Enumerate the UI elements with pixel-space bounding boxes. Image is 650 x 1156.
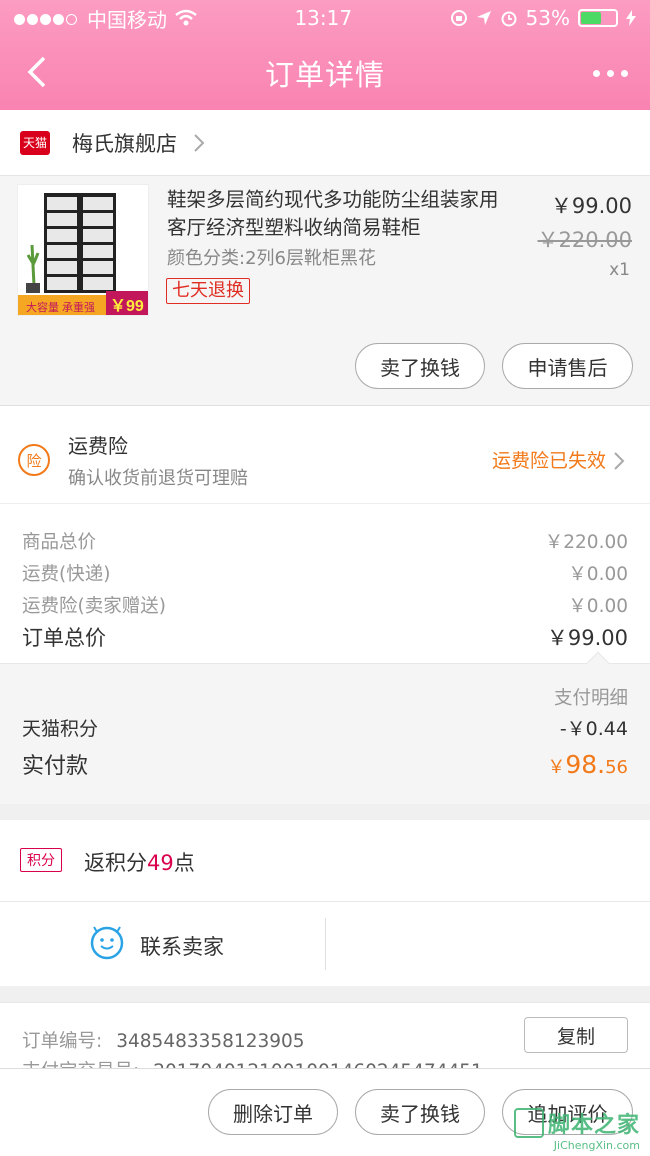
- summary-value: ￥0.00: [568, 596, 628, 617]
- alarm-icon: [501, 11, 517, 27]
- shop-name: 梅氏旗舰店: [72, 131, 177, 156]
- watermark: 脚本之家 JiChengXin.com: [513, 1107, 640, 1152]
- shoe-rack-image: 大容量 承重强 ￥99: [18, 185, 148, 315]
- paid-amount-row: 实付款 ￥98.56: [22, 748, 628, 780]
- delete-order-button[interactable]: 删除订单: [208, 1089, 338, 1135]
- order-info: 订单编号: 3485483358123905 支付宝交易号: 20170401210…: [0, 1002, 650, 1072]
- paid-decimal: 56: [605, 757, 628, 778]
- points-suffix: 点: [173, 851, 195, 875]
- summary-value: ￥220.00: [544, 532, 628, 553]
- product-sku: 颜色分类:2列6层靴柜黑花: [167, 248, 376, 269]
- location-icon: [476, 11, 491, 25]
- payment-details: 支付明细 天猫积分 -￥0.44 实付款 ￥98.56: [0, 651, 650, 804]
- points-deduction-value: -￥0.44: [559, 718, 628, 740]
- order-total-label: 订单总价: [22, 626, 106, 650]
- order-total-row: 订单总价 ￥99.00: [22, 622, 628, 652]
- paid-amount-label: 实付款: [22, 754, 89, 779]
- signal-icon: [14, 6, 79, 30]
- page-title: 订单详情: [264, 58, 385, 92]
- chat-bubble-icon: [90, 926, 124, 960]
- after-sales-button[interactable]: 申请售后: [502, 343, 633, 389]
- points-reward-row: 积分 返积分49点: [0, 820, 650, 902]
- payment-detail-label: 支付明细: [553, 688, 628, 709]
- contact-seller-button[interactable]: 联系卖家: [140, 931, 224, 961]
- order-number-value: 3485483358123905: [116, 1031, 305, 1052]
- product-original-price: ￥220.00: [537, 228, 632, 252]
- order-number-label: 订单编号:: [22, 1031, 103, 1052]
- divider: [325, 918, 326, 970]
- summary-label: 商品总价: [22, 532, 97, 553]
- points-reward-text: 返积分49点: [84, 847, 195, 877]
- wifi-icon: [175, 9, 197, 26]
- watermark-text: 脚本之家: [547, 1113, 640, 1138]
- summary-value: ￥0.00: [568, 564, 628, 585]
- header: 中国移动 13:17 53% 订单详情: [0, 0, 650, 110]
- insurance-icon: 险: [18, 444, 50, 476]
- points-number: 49: [147, 851, 174, 875]
- shop-row[interactable]: 天猫 梅氏旗舰店: [0, 110, 650, 176]
- points-deduction-label: 天猫积分: [22, 718, 99, 740]
- product-title[interactable]: 鞋架多层简约现代多功能防尘组装家用客厅经济型塑料收纳简易鞋柜: [167, 186, 512, 242]
- order-number-line: 订单编号: 3485483358123905: [22, 1027, 305, 1053]
- points-prefix: 返积分: [84, 851, 147, 875]
- battery-icon: [578, 9, 618, 27]
- section-gap: [0, 986, 650, 1002]
- watermark-logo-icon: [513, 1108, 544, 1138]
- contact-row: 联系卖家: [0, 902, 650, 986]
- order-total-value: ￥99.00: [546, 626, 628, 650]
- product-price: ￥99.00: [550, 194, 632, 218]
- tmall-badge: 天猫: [20, 130, 50, 155]
- summary-row: 运费(快递) ￥0.00: [22, 560, 628, 586]
- watermark-url: JiChengXin.com: [553, 1139, 640, 1152]
- thumb-banner: 大容量 承重强: [26, 300, 95, 314]
- points-badge: 积分: [20, 848, 62, 872]
- thumb-price: ￥99: [110, 298, 144, 315]
- summary-label: 运费险(卖家赠送): [22, 596, 166, 617]
- chevron-right-icon: [614, 452, 625, 470]
- section-gap: [0, 804, 650, 820]
- status-bar: 中国移动 13:17 53%: [0, 0, 650, 36]
- back-arrow-icon[interactable]: [22, 54, 58, 90]
- copy-button[interactable]: 复制: [524, 1017, 628, 1053]
- insurance-title: 运费险: [68, 434, 128, 458]
- summary-label: 运费(快递): [22, 564, 111, 585]
- charging-icon: [626, 10, 636, 26]
- insurance-subtitle: 确认收货前退货可理赔: [68, 468, 248, 489]
- return-policy-tag: 七天退换: [166, 278, 250, 304]
- product-thumbnail[interactable]: 大容量 承重强 ￥99: [17, 184, 149, 316]
- product-quantity: x1: [609, 260, 630, 280]
- battery-percent: 53%: [525, 6, 570, 30]
- paid-integer: 98.: [565, 750, 606, 779]
- more-icon[interactable]: [593, 70, 628, 77]
- bottom-action-bar: 删除订单 卖了换钱 追加评价 脚本之家 JiChengXin.com: [0, 1068, 650, 1156]
- sell-button-bottom[interactable]: 卖了换钱: [355, 1089, 485, 1135]
- clock-label: 13:17: [294, 6, 353, 30]
- rotation-lock-icon: [450, 10, 467, 26]
- price-summary: 商品总价 ￥220.00 运费(快递) ￥0.00 运费险(卖家赠送) ￥0.0…: [0, 504, 650, 664]
- navbar: 订单详情: [0, 36, 650, 110]
- paid-amount-value: ￥98.56: [547, 750, 628, 779]
- order-item: 大容量 承重强 ￥99 鞋架多层简约现代多功能防尘组装家用客厅经济型塑料收纳简易…: [0, 176, 650, 406]
- summary-row: 运费险(卖家赠送) ￥0.00: [22, 592, 628, 618]
- summary-row: 商品总价 ￥220.00: [22, 528, 628, 554]
- carrier-label: 中国移动: [87, 7, 167, 32]
- paid-currency: ￥: [547, 757, 566, 778]
- sell-button[interactable]: 卖了换钱: [355, 343, 485, 389]
- shipping-insurance-row[interactable]: 险 运费险 确认收货前退货可理赔 运费险已失效: [0, 406, 650, 504]
- points-deduction-row: 天猫积分 -￥0.44: [22, 714, 628, 741]
- insurance-status: 运费险已失效: [491, 450, 606, 472]
- chevron-right-icon: [194, 133, 205, 152]
